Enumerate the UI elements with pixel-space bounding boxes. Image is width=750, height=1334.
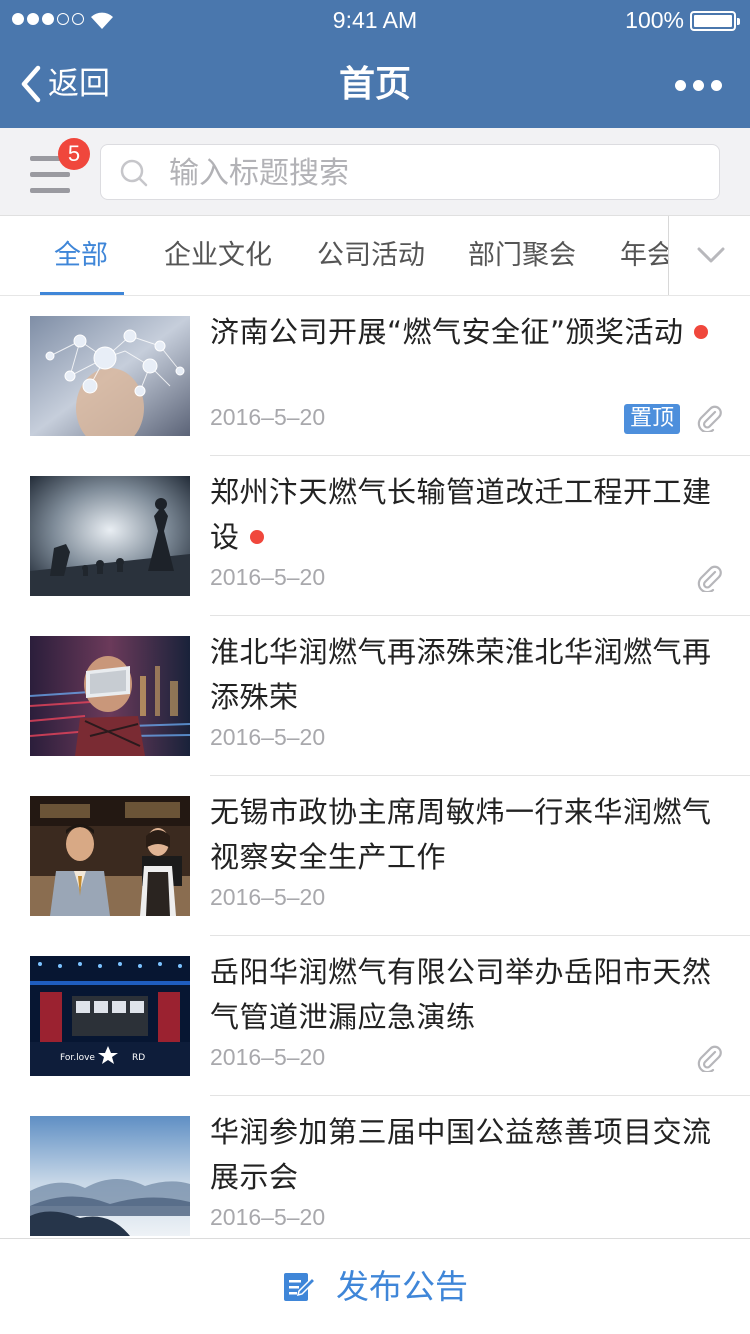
paperclip-icon	[697, 405, 722, 432]
notification-badge: 5	[58, 138, 90, 170]
article-list: 济南公司开展“燃气安全征”颁奖活动 2016–5–20 置顶 郑州汴天燃气长输管…	[0, 296, 750, 1238]
article-title: 济南公司开展“燃气安全征”颁奖活动	[210, 310, 725, 355]
article-thumbnail	[30, 476, 190, 596]
status-bar: 9:41 AM 100%	[0, 0, 750, 40]
search-input[interactable]	[169, 151, 709, 195]
svg-text:For.love: For.love	[60, 1053, 95, 1063]
article-date: 2016–5–20	[210, 564, 326, 590]
tab-all[interactable]: 全部	[54, 238, 108, 274]
article-thumbnail	[30, 1116, 190, 1236]
tab-department-party[interactable]: 部门聚会	[468, 238, 576, 274]
chevron-down-icon[interactable]	[697, 246, 725, 264]
article-title: 郑州汴天燃气长输管道改迁工程开工建设	[210, 475, 712, 554]
article-title: 淮北华润燃气再添殊荣淮北华润燃气再添殊荣	[210, 635, 712, 714]
article-date: 2016–5–20	[210, 724, 326, 750]
search-bar: 5	[0, 128, 750, 216]
more-dots-icon	[675, 80, 686, 91]
list-item[interactable]: 济南公司开展“燃气安全征”颁奖活动 2016–5–20 置顶	[0, 296, 750, 456]
tab-corporate-culture[interactable]: 企业文化	[164, 238, 272, 274]
publish-label: 发布公告	[336, 1267, 468, 1306]
list-item[interactable]: For.love RD 岳阳华润燃气有限公司举办岳阳市天然气管道泄漏应急演练 2…	[0, 936, 750, 1096]
edit-document-icon	[284, 1273, 316, 1301]
article-thumbnail: For.love RD	[30, 956, 190, 1076]
list-item[interactable]: 华润参加第三届中国公益慈善项目交流展示会 2016–5–20	[0, 1096, 750, 1238]
article-date: 2016–5–20	[210, 1044, 326, 1070]
bottom-action-bar: 发布公告	[0, 1238, 750, 1334]
tab-annual-meeting[interactable]: 年会	[620, 238, 668, 274]
article-date: 2016–5–20	[210, 1204, 326, 1230]
search-icon	[120, 159, 148, 187]
list-item[interactable]: 无锡市政协主席周敏炜一行来华润燃气视察安全生产工作 2016–5–20	[0, 776, 750, 936]
article-date: 2016–5–20	[210, 404, 326, 430]
more-options-button[interactable]	[675, 80, 722, 91]
list-item[interactable]: 郑州汴天燃气长输管道改迁工程开工建设 2016–5–20	[0, 456, 750, 616]
unread-dot	[693, 325, 708, 339]
article-thumbnail	[30, 796, 190, 916]
nav-bar: 返回 首页	[0, 40, 750, 128]
back-button[interactable]: 返回	[20, 64, 110, 104]
article-title: 岳阳华润燃气有限公司举办岳阳市天然气管道泄漏应急演练	[210, 955, 712, 1034]
chevron-left-icon	[21, 65, 41, 103]
svg-text:RD: RD	[132, 1053, 145, 1063]
paperclip-icon	[697, 565, 722, 592]
article-title: 华润参加第三届中国公益慈善项目交流展示会	[210, 1115, 712, 1194]
article-thumbnail	[30, 316, 190, 436]
page-title: 首页	[338, 64, 411, 105]
app-header: 9:41 AM 100% 返回 首页	[0, 0, 750, 128]
article-title: 无锡市政协主席周敏炜一行来华润燃气视察安全生产工作	[210, 795, 712, 874]
pinned-badge: 置顶	[624, 404, 681, 434]
back-label: 返回	[48, 66, 110, 102]
article-thumbnail	[30, 636, 190, 756]
category-tabs: 全部 企业文化 公司活动 部门聚会 年会	[0, 216, 750, 296]
tab-company-events[interactable]: 公司活动	[317, 238, 425, 274]
publish-announcement-button[interactable]: 发布公告	[0, 1265, 750, 1309]
search-field[interactable]	[100, 144, 720, 200]
battery-icon	[690, 11, 740, 31]
list-item[interactable]: 淮北华润燃气再添殊荣淮北华润燃气再添殊荣 2016–5–20	[0, 616, 750, 776]
paperclip-icon	[697, 1045, 722, 1072]
battery-percentage: 100%	[625, 7, 684, 33]
article-date: 2016–5–20	[210, 884, 326, 910]
unread-dot	[249, 530, 264, 544]
